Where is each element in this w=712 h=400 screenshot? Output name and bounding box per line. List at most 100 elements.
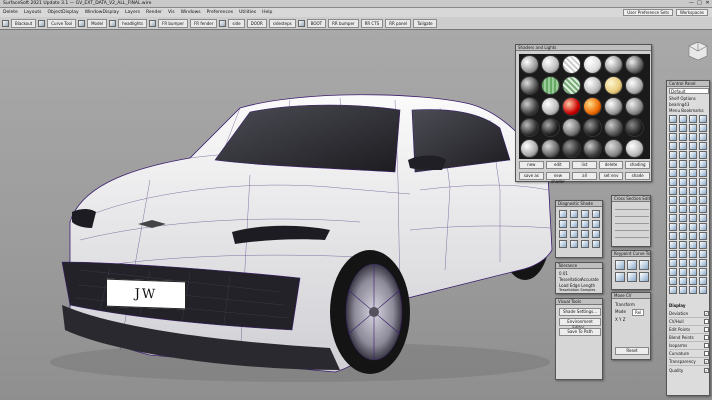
diagnostic-tool-icon[interactable] [559, 230, 567, 238]
palette-tool-icon[interactable] [669, 214, 677, 222]
shelf-tab-fr-bumper[interactable]: FR bumper [158, 18, 188, 28]
menu-item-windowdisplay[interactable]: WindowDisplay [85, 10, 119, 15]
palette-tool-icon[interactable] [689, 133, 697, 141]
shelf-side-icon[interactable] [219, 19, 227, 27]
shader-swatch[interactable] [604, 139, 623, 158]
shelf-boot-icon[interactable] [297, 19, 305, 27]
display-option[interactable]: Deviation ✓ [669, 310, 709, 318]
shelf-headlights-icon[interactable] [109, 19, 117, 27]
shelf-tab-sidesteps[interactable]: sidesteps [268, 18, 296, 28]
shelf-tab-rr-cts[interactable]: RR CTS [360, 18, 384, 28]
palette-tool-icon[interactable] [699, 268, 707, 276]
palette-tool-icon[interactable] [689, 214, 697, 222]
diagnostic-tool-icon[interactable] [570, 220, 578, 228]
menu-item-utilities[interactable]: Utilities [239, 10, 256, 15]
shader-swatch[interactable] [562, 139, 581, 158]
menu-item-objectdisplay[interactable]: ObjectDisplay [47, 10, 78, 15]
palette-tool-icon[interactable] [679, 142, 687, 150]
menu-item-layers[interactable]: Layers [125, 10, 140, 15]
palette-tool-icon[interactable] [669, 196, 677, 204]
shelf-tab-boot[interactable]: BOOT [306, 18, 327, 28]
palette-tool-icon[interactable] [669, 169, 677, 177]
palette-tool-icon[interactable] [689, 124, 697, 132]
checkbox-icon[interactable] [704, 319, 709, 324]
menu-item-layouts[interactable]: Layouts [24, 10, 42, 15]
palette-tool-icon[interactable] [679, 187, 687, 195]
palette-tool-icon[interactable] [669, 142, 677, 150]
tolerance-value[interactable]: 0.01 [559, 271, 568, 276]
diagnostic-tool-icon[interactable] [592, 220, 600, 228]
menu-item-render[interactable]: Render [146, 10, 162, 15]
shader-swatch[interactable] [583, 118, 602, 137]
palette-tool-icon[interactable] [689, 286, 697, 294]
palette-tool-icon[interactable] [689, 223, 697, 231]
shader-new-shader-button[interactable]: new shader [545, 172, 571, 184]
shelf-fr-bumper-icon[interactable] [149, 19, 157, 27]
diagnostic-tool-icon[interactable] [570, 230, 578, 238]
environment-editor-button[interactable]: Environment Editor... [559, 318, 601, 330]
display-option[interactable]: Quality ✓ [669, 366, 709, 374]
curve-tool-icon[interactable] [627, 272, 637, 282]
palette-tool-icon[interactable] [669, 187, 677, 195]
palette-tool-icon[interactable] [699, 196, 707, 204]
checkbox-icon[interactable] [704, 351, 709, 356]
palette-tool-icon[interactable] [689, 187, 697, 195]
checkbox-icon[interactable] [704, 343, 709, 348]
palette-tool-icon[interactable] [669, 277, 677, 285]
palette-tool-icon[interactable] [689, 196, 697, 204]
palette-tool-icon[interactable] [669, 124, 677, 132]
diagnostic-tool-icon[interactable] [592, 230, 600, 238]
palette-tool-icon[interactable] [669, 286, 677, 294]
display-option[interactable]: Isoparms [669, 342, 709, 350]
shelf-tab-model[interactable]: Model [87, 18, 108, 28]
palette-tool-icon[interactable] [679, 196, 687, 204]
shader-swatch[interactable] [604, 118, 623, 137]
palette-tool-icon[interactable] [679, 268, 687, 276]
diagnostic-tool-icon[interactable] [581, 210, 589, 218]
shader-all-button[interactable]: all [572, 172, 597, 180]
menu-item-windows[interactable]: Windows [181, 10, 201, 15]
cross-section-field[interactable] [615, 220, 649, 224]
menu-item-preferences[interactable]: Preferences [207, 10, 233, 15]
cross-section-field[interactable] [615, 227, 649, 231]
palette-tool-icon[interactable] [689, 160, 697, 168]
palette-tool-icon[interactable] [669, 151, 677, 159]
palette-tool-icon[interactable] [669, 250, 677, 258]
palette-tool-icon[interactable] [689, 169, 697, 177]
shader-swatch[interactable] [520, 97, 539, 116]
reset-button[interactable]: Reset [615, 347, 649, 355]
palette-tool-icon[interactable] [689, 142, 697, 150]
shader-swatch[interactable] [625, 97, 644, 116]
shader-swatch[interactable] [625, 76, 644, 95]
cross-section-field[interactable] [615, 206, 649, 210]
palette-tool-icon[interactable] [699, 214, 707, 222]
control-mode[interactable]: Default [669, 88, 709, 94]
shelf-tab-curve-tool[interactable]: Curve Tool [47, 18, 77, 28]
palette-tool-icon[interactable] [689, 277, 697, 285]
palette-tool-icon[interactable] [669, 223, 677, 231]
shader-swatch[interactable] [562, 76, 581, 95]
palette-tool-icon[interactable] [689, 268, 697, 276]
shader-swatch[interactable] [604, 76, 623, 95]
palette-tool-icon[interactable] [699, 187, 707, 195]
display-option[interactable]: Curvature [669, 350, 709, 358]
palette-tool-icon[interactable] [679, 286, 687, 294]
check-icon[interactable]: ✓ [704, 359, 709, 364]
shelf-tab-tailgate[interactable]: Tailgate [413, 18, 437, 28]
shader-shading-button[interactable]: shading [625, 161, 650, 169]
view-cube-icon[interactable] [687, 40, 709, 62]
display-option[interactable]: Transparency ✓ [669, 358, 709, 366]
palette-tool-icon[interactable] [699, 286, 707, 294]
shader-save-as-button[interactable]: save as [519, 172, 544, 180]
shelf-tab-door[interactable]: DOOR [246, 18, 267, 28]
palette-tool-icon[interactable] [679, 151, 687, 159]
palette-tool-icon[interactable] [699, 115, 707, 123]
palette-tool-icon[interactable] [699, 178, 707, 186]
shelf-tab-rr-panel[interactable]: RR panel [385, 18, 412, 28]
display-option[interactable]: Blend Points [669, 334, 709, 342]
palette-tool-icon[interactable] [689, 250, 697, 258]
palette-tool-icon[interactable] [699, 250, 707, 258]
palette-tool-icon[interactable] [699, 232, 707, 240]
palette-tool-icon[interactable] [699, 151, 707, 159]
shader-swatch[interactable] [541, 55, 560, 74]
